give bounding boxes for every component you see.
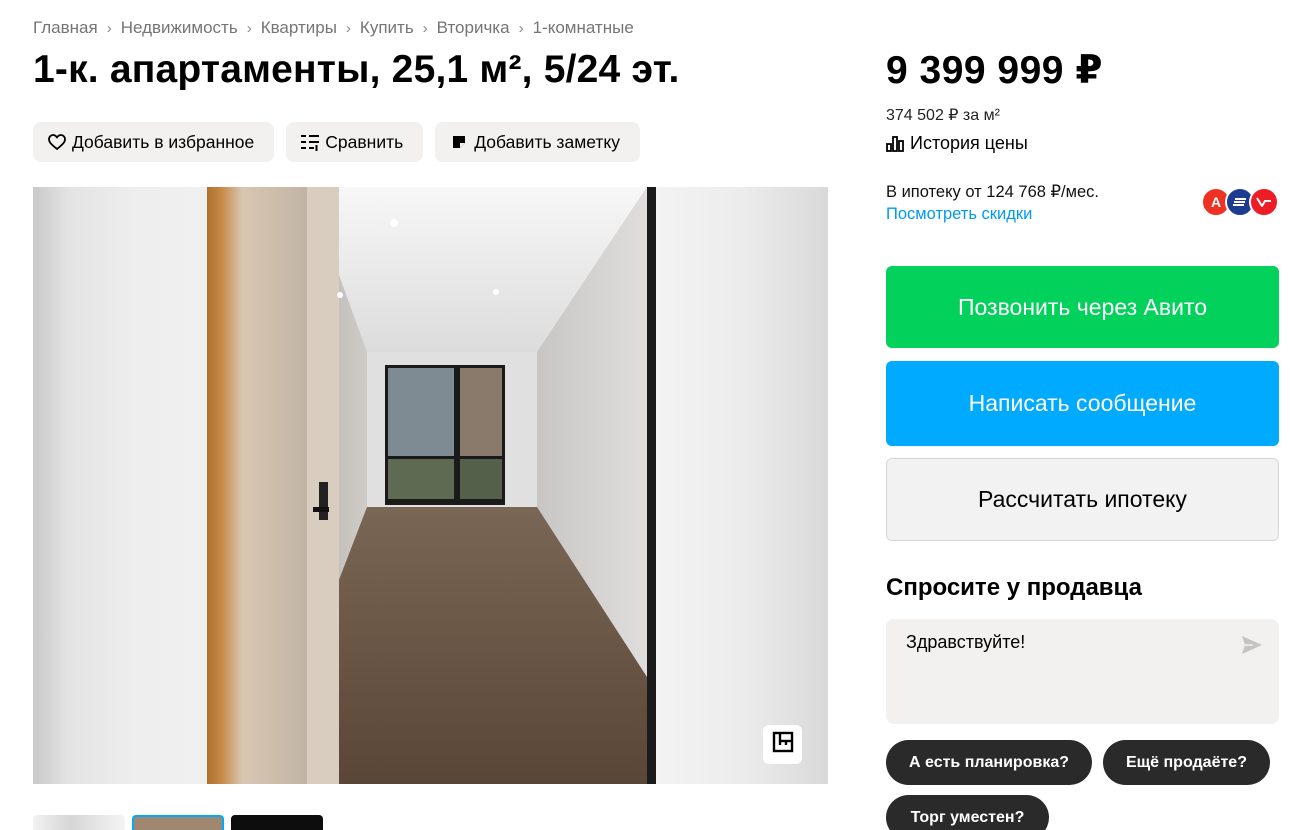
breadcrumb-item-realty[interactable]: Недвижимость bbox=[121, 18, 238, 38]
chip-layout-question[interactable]: А есть планировка? bbox=[886, 740, 1092, 785]
photo-blur-left bbox=[33, 187, 207, 784]
heart-icon bbox=[46, 131, 68, 153]
ask-seller-input[interactable]: Здравствуйте! bbox=[906, 632, 1025, 653]
bank-logos: А bbox=[1201, 187, 1279, 217]
add-favorite-button[interactable]: Добавить в избранное bbox=[33, 122, 275, 162]
write-message-button[interactable]: Написать сообщение bbox=[886, 361, 1279, 446]
add-note-button[interactable]: Добавить заметку bbox=[435, 122, 640, 162]
chevron-right-icon: › bbox=[246, 19, 252, 37]
main-photo[interactable] bbox=[33, 187, 828, 784]
breadcrumb-item-secondary[interactable]: Вторичка bbox=[437, 18, 510, 38]
thumbnail-3[interactable] bbox=[231, 815, 323, 830]
chevron-right-icon: › bbox=[422, 19, 428, 37]
view-discounts-link[interactable]: Посмотреть скидки bbox=[886, 205, 1032, 224]
compare-label: Сравнить bbox=[325, 131, 404, 152]
note-icon bbox=[448, 131, 470, 153]
breadcrumb-item-buy[interactable]: Купить bbox=[360, 18, 414, 38]
ask-seller-box: Здравствуйте! bbox=[886, 619, 1279, 724]
chip-still-selling[interactable]: Ещё продаёте? bbox=[1103, 740, 1270, 785]
price-total: 9 399 999 ₽ bbox=[886, 49, 1103, 92]
thumbnail-2[interactable] bbox=[132, 815, 224, 830]
thumbnail-1[interactable] bbox=[33, 815, 125, 830]
price-history-link[interactable]: История цены bbox=[886, 133, 1028, 154]
chip-bargain[interactable]: Торг уместен? bbox=[886, 795, 1049, 830]
photo-blur-right bbox=[656, 187, 828, 784]
price-per-meter: 374 502 ₽ за м² bbox=[886, 107, 1000, 124]
bar-chart-icon bbox=[886, 135, 904, 152]
call-button[interactable]: Позвонить через Авито bbox=[886, 266, 1279, 348]
breadcrumb-item-home[interactable]: Главная bbox=[33, 18, 98, 38]
compare-icon bbox=[299, 131, 321, 153]
breadcrumb-item-one-room[interactable]: 1-комнатные bbox=[533, 18, 634, 38]
add-favorite-label: Добавить в избранное bbox=[72, 131, 255, 152]
price-history-label: История цены bbox=[910, 133, 1028, 153]
photo-thumbnails bbox=[33, 815, 323, 830]
chevron-right-icon: › bbox=[518, 19, 524, 37]
send-icon[interactable] bbox=[1241, 635, 1263, 660]
floor-plan-button[interactable] bbox=[763, 725, 802, 764]
breadcrumb-item-apartments[interactable]: Квартиры bbox=[261, 18, 337, 38]
compare-button[interactable]: Сравнить bbox=[286, 122, 424, 162]
apartment-photo bbox=[207, 187, 656, 784]
add-note-label: Добавить заметку bbox=[474, 131, 620, 152]
mortgage-offer: В ипотеку от 124 768 ₽/мес. bbox=[886, 183, 1099, 201]
chevron-right-icon: › bbox=[106, 19, 112, 37]
floor-plan-icon bbox=[772, 731, 794, 758]
chevron-right-icon: › bbox=[345, 19, 351, 37]
calculate-mortgage-button[interactable]: Рассчитать ипотеку bbox=[886, 458, 1279, 541]
listing-actions: Добавить в избранное Сравнить Добавить з… bbox=[33, 122, 640, 162]
ask-seller-title: Спросите у продавца bbox=[886, 574, 1142, 601]
bank-logo-icon bbox=[1249, 187, 1279, 217]
page-title: 1-к. апартаменты, 25,1 м², 5/24 эт. bbox=[33, 48, 680, 91]
breadcrumb: Главная › Недвижимость › Квартиры › Купи… bbox=[33, 18, 634, 38]
